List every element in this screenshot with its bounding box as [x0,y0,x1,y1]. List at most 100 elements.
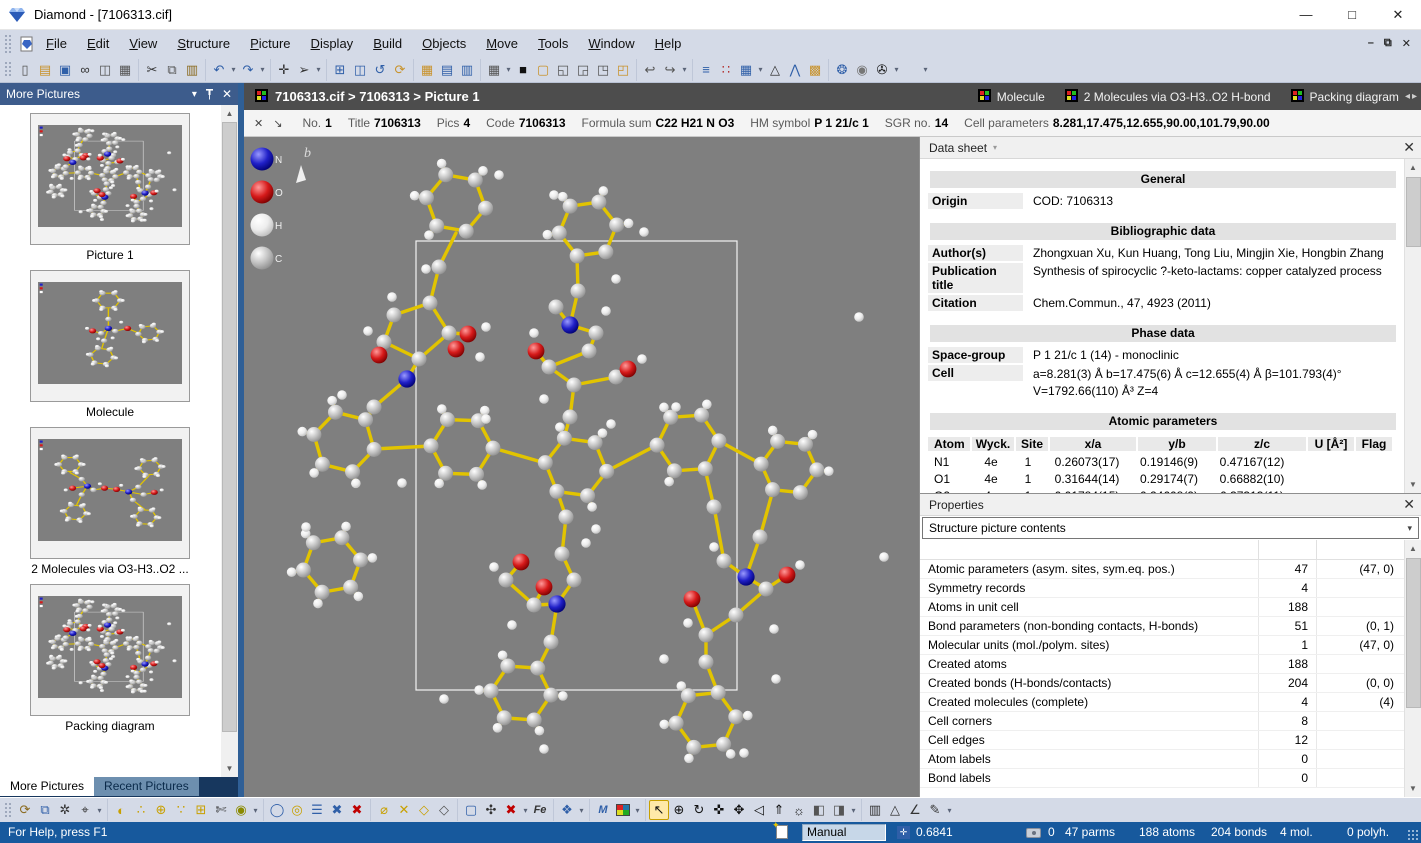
mdi-restore-icon[interactable]: ⧉ [1384,37,1392,50]
build-wizard-icon[interactable]: ✲ [55,800,75,820]
polyhedra-stack-icon[interactable]: ☰ [307,800,327,820]
scrollbar-thumb[interactable] [1406,558,1421,708]
table-view-dropdown-icon[interactable]: ▾ [756,65,765,74]
mdi-minimize-icon[interactable]: – [1368,37,1374,50]
tilt-mode-icon[interactable]: ◁ [749,800,769,820]
maximize-icon[interactable]: □ [1329,0,1375,29]
picture-settings-icon[interactable] [613,800,633,820]
property-row[interactable]: Cell edges12 [920,731,1404,750]
viewing-direction-icon[interactable]: ⌖ [75,800,95,820]
resize-grip[interactable] [1407,829,1419,841]
picture-copy-icon[interactable]: ◱ [553,60,573,80]
cut-scissors-icon[interactable]: ✂ [142,60,162,80]
mode-selector[interactable]: Manual [802,824,886,841]
menu-file[interactable]: File [36,32,77,55]
grid-layout-icon[interactable]: ▦ [484,60,504,80]
thumbnail-picture-1[interactable]: Picture 1 [30,113,221,262]
property-row[interactable]: Created atoms188 [920,655,1404,674]
polyhedron-filled-icon[interactable]: ◎ [287,800,307,820]
grid-layout-dropdown-icon[interactable]: ▾ [504,65,513,74]
copy-structure-icon[interactable]: ⧉ [35,800,55,820]
menu-objects[interactable]: Objects [412,32,476,55]
chevron-down-icon[interactable]: ▾ [192,89,197,100]
mdi-close-icon[interactable]: ✕ [1402,37,1411,50]
picture-window-icon[interactable]: ◰ [613,60,633,80]
table-edit-icon[interactable]: ▤ [437,60,457,80]
picture-export-icon[interactable]: ◲ [573,60,593,80]
doc-tab-2-molecules-via-o3-h3-o2-h-bond[interactable]: 2 Molecules via O3-H3..O2 H-bond [1065,89,1271,105]
coordination-sphere-dropdown-icon[interactable]: ▾ [251,806,260,815]
save-icon[interactable]: ▣ [55,60,75,80]
print-preview-icon[interactable]: ◫ [95,60,115,80]
table-view-icon[interactable]: ▦ [736,60,756,80]
contact-ring-icon[interactable]: ◇ [434,800,454,820]
stereo-right-icon[interactable]: ◨ [829,800,849,820]
history-back-icon[interactable]: ↩ [640,60,660,80]
property-row[interactable]: Symmetry records4 [920,579,1404,598]
paste-icon[interactable]: ▥ [182,60,202,80]
new-document-icon[interactable]: ▯ [15,60,35,80]
doc-tab-packing-diagram[interactable]: Packing diagram [1291,89,1399,105]
web-globe-icon[interactable]: ❂ [832,60,852,80]
unit-cell-box-icon[interactable]: ▢ [461,800,481,820]
scroll-down-icon[interactable]: ▼ [1405,780,1421,797]
expand-icon[interactable]: ↘ [273,117,282,130]
toolbar-grip[interactable] [4,61,12,79]
property-row[interactable]: Bond parameters (non-bonding contacts, H… [920,617,1404,636]
pan-hand-icon[interactable]: ✛ [274,60,294,80]
close-icon[interactable]: ✕ [1403,139,1415,156]
scrollbar-thumb[interactable] [222,122,237,732]
menu-move[interactable]: Move [476,32,528,55]
pattern-fill-dropdown-icon[interactable]: ▾ [577,806,586,815]
orientation-axes-icon[interactable]: ✣ [481,800,501,820]
sidebar-tab-recent-pictures[interactable]: Recent Pictures [94,777,199,796]
scroll-up-icon[interactable]: ▲ [1405,540,1421,557]
redo-dropdown-icon[interactable]: ▾ [258,65,267,74]
video-camera-icon[interactable]: ✇ [872,60,892,80]
scroll-down-icon[interactable]: ▼ [221,760,238,777]
redo-icon[interactable]: ↷ [238,60,258,80]
measure-angle-icon[interactable]: △ [885,800,905,820]
sidebar-scrollbar[interactable]: ▲ ▼ [221,105,238,777]
pin-icon[interactable] [205,89,214,100]
picture-settings-dropdown-icon[interactable]: ▾ [633,806,642,815]
history-forward-dropdown-icon[interactable]: ▾ [680,65,689,74]
menu-view[interactable]: View [119,32,167,55]
history-forward-icon[interactable]: ↪ [660,60,680,80]
table-row[interactable]: O24e10.01784(15)0.24608(9)0.37313(11) [928,487,1398,493]
measure-torsion-icon[interactable]: ∠ [905,800,925,820]
remove-polyhedra-icon[interactable]: ✖ [327,800,347,820]
panel-menu-icon[interactable]: ▾ [993,143,997,152]
property-row[interactable]: Atom labels0 [920,750,1404,769]
scroll-down-icon[interactable]: ▼ [1405,476,1421,493]
undo-icon[interactable]: ↶ [209,60,229,80]
rotate-mode-icon[interactable]: ↻ [689,800,709,820]
table-delete-icon[interactable]: ▥ [457,60,477,80]
menu-picture[interactable]: Picture [240,32,300,55]
elevate-mode-icon[interactable]: ⇑ [769,800,789,820]
properties-grid-icon[interactable]: ▩ [805,60,825,80]
menu-structure[interactable]: Structure [167,32,240,55]
add-atom-icon[interactable]: ⊕ [151,800,171,820]
remove-all-polyhedra-icon[interactable]: ✖ [347,800,367,820]
undo-window-icon[interactable]: ↺ [370,60,390,80]
margin-m-icon[interactable]: M [593,800,613,820]
new-page-icon[interactable] [776,825,788,839]
more-tools-dropdown-icon[interactable]: ▾ [921,65,930,74]
fe-atom-label-icon[interactable]: Fe [530,800,550,820]
scroll-up-icon[interactable]: ▲ [1405,159,1421,176]
doc-tab-molecule[interactable]: Molecule [978,89,1045,105]
property-row[interactable]: Atomic parameters (asym. sites, sym.eq. … [920,560,1404,579]
polyhedron-blue-icon[interactable]: ◯ [267,800,287,820]
update-picture-icon[interactable]: ⟳ [15,800,35,820]
photo-camera-icon[interactable]: ◉ [852,60,872,80]
viewing-direction-dropdown-icon[interactable]: ▾ [95,806,104,815]
history-window-icon[interactable]: ◫ [350,60,370,80]
spotlight-mode-icon[interactable]: ☼ [789,800,809,820]
undo-dropdown-icon[interactable]: ▾ [229,65,238,74]
coordination-sphere-icon[interactable]: ◉ [231,800,251,820]
datasheet-view-icon[interactable]: ≡ [696,60,716,80]
new-picture-icon[interactable]: ▢ [533,60,553,80]
measure-distances-icon[interactable]: ▥ [865,800,885,820]
refresh-window-icon[interactable]: ⟳ [390,60,410,80]
